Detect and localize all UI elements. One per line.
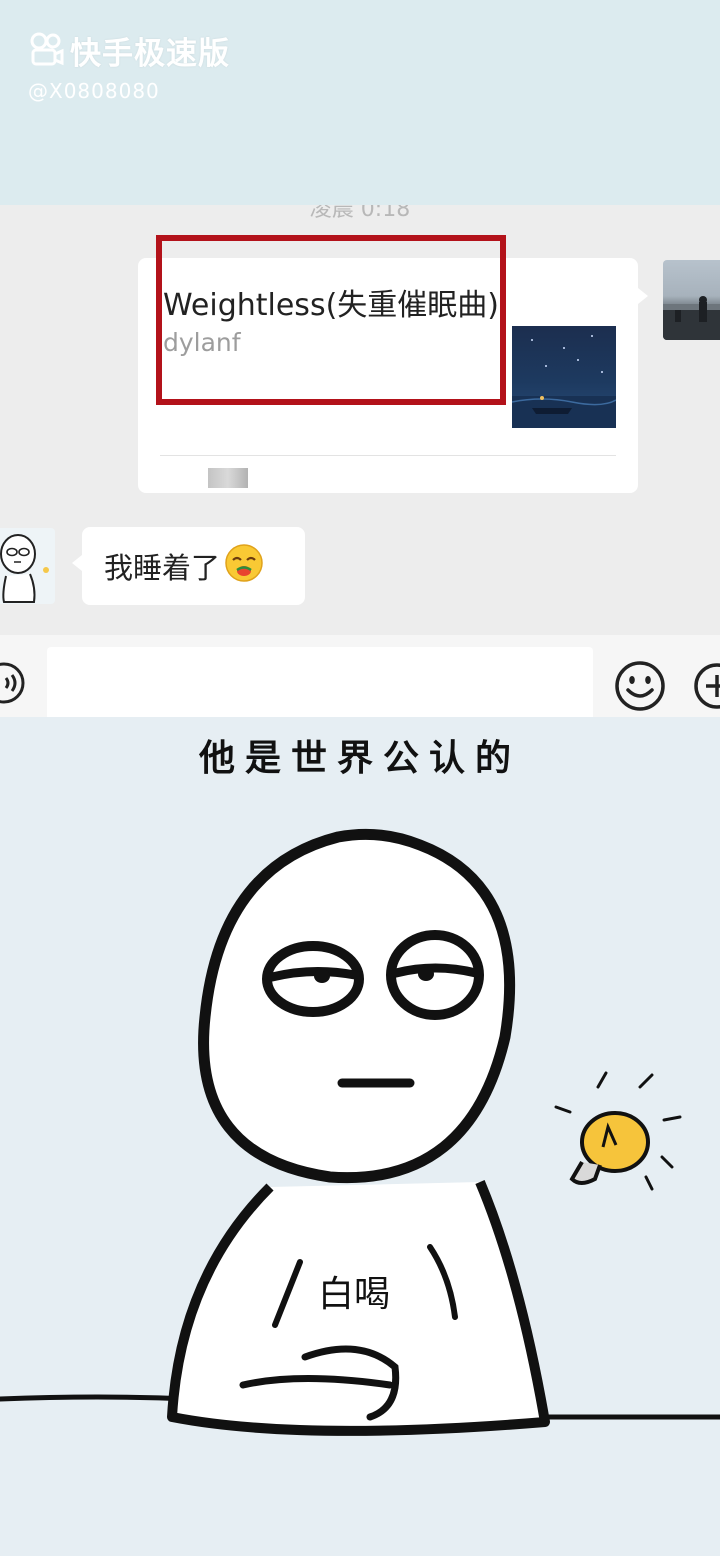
chat-timestamp: 凌晨 0:18: [309, 205, 411, 222]
kuaishou-logo-icon: [28, 31, 64, 71]
card-divider: [160, 455, 616, 456]
voice-icon[interactable]: [0, 661, 26, 705]
album-cover: [512, 326, 616, 428]
watermark-app-name: 快手极速版: [70, 36, 230, 72]
avatar-friend[interactable]: [0, 528, 55, 604]
face-emoji-icon: [224, 543, 264, 590]
avatar-self[interactable]: [663, 260, 720, 340]
card-source-blurred: [208, 468, 248, 488]
stick-figure-illustration: [0, 828, 720, 1436]
highlight-box: [156, 235, 506, 405]
watermark: 快手极速版 @X0808080: [28, 28, 230, 103]
shirt-text: 白喝: [318, 1274, 391, 1315]
emoji-smile-icon[interactable]: [613, 659, 667, 713]
message-bubble[interactable]: 我睡着了: [72, 527, 305, 605]
message-text: 我睡着了: [104, 551, 221, 585]
lightbulb-icon: [554, 1071, 682, 1191]
input-bar: [0, 635, 720, 717]
message-input[interactable]: [47, 647, 593, 717]
meme-panel: 他是世界公认的 白喝: [0, 717, 720, 1556]
watermark-user-handle: @X0808080: [28, 79, 160, 103]
plus-icon[interactable]: [692, 661, 720, 711]
